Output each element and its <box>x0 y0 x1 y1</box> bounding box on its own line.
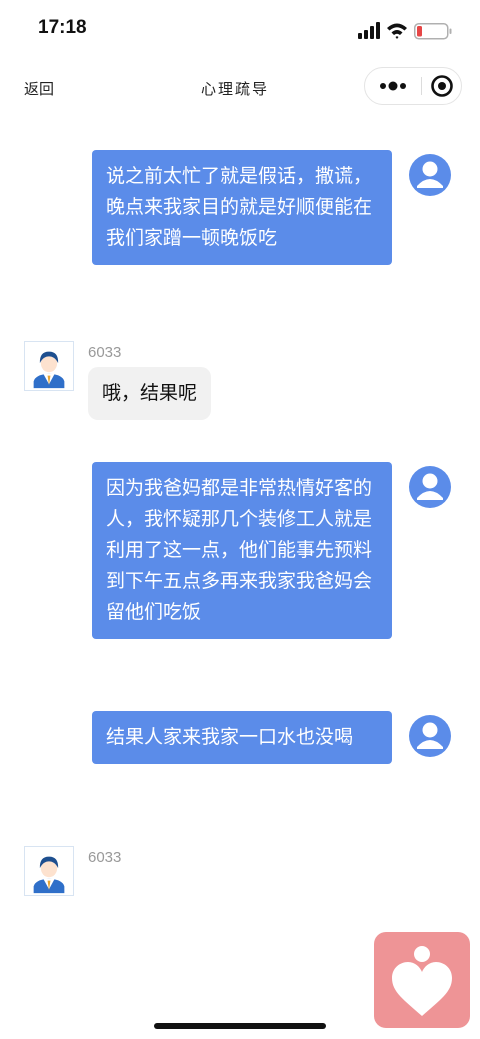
status-time: 17:18 <box>38 17 87 38</box>
mini-program-capsule <box>364 67 462 105</box>
user-avatar-icon <box>409 715 451 757</box>
counselor-avatar-icon <box>24 341 74 391</box>
more-button[interactable] <box>365 68 421 104</box>
status-icons <box>358 22 452 40</box>
sender-name: 6033 <box>88 849 122 866</box>
user-avatar-icon <box>409 466 451 508</box>
sender-name: 6033 <box>88 344 122 361</box>
outgoing-message-bubble[interactable]: 结果人家来我家一口水也没喝 <box>92 711 392 764</box>
chat-page: 17:18 返回 心理疏导 说之前太忙了就是假话，撒谎，晚点来我家目的就是好顺便… <box>0 0 480 1039</box>
wifi-icon <box>387 23 407 39</box>
battery-icon <box>414 23 452 40</box>
user-avatar-icon <box>409 154 451 196</box>
nav-bar: 返回 心理疏导 <box>0 60 480 116</box>
record-target-icon <box>431 75 453 97</box>
outgoing-message-bubble[interactable]: 说之前太忙了就是假话，撒谎，晚点来我家目的就是好顺便能在我们家蹭一顿晚饭吃 <box>92 150 392 265</box>
counselor-avatar-icon <box>24 846 74 896</box>
status-bar: 17:18 <box>0 0 480 60</box>
close-mini-program-button[interactable] <box>422 68 462 104</box>
outgoing-message-bubble[interactable]: 因为我爸妈都是非常热情好客的人，我怀疑那几个装修工人就是利用了这一点，他们能事先… <box>92 462 392 639</box>
signal-icon <box>358 22 380 39</box>
home-indicator <box>154 1023 326 1029</box>
heart-support-button[interactable] <box>374 932 470 1028</box>
more-dots-icon <box>380 81 406 91</box>
incoming-message-bubble[interactable]: 哦，结果呢 <box>88 367 212 420</box>
heart-person-icon <box>392 946 452 1016</box>
